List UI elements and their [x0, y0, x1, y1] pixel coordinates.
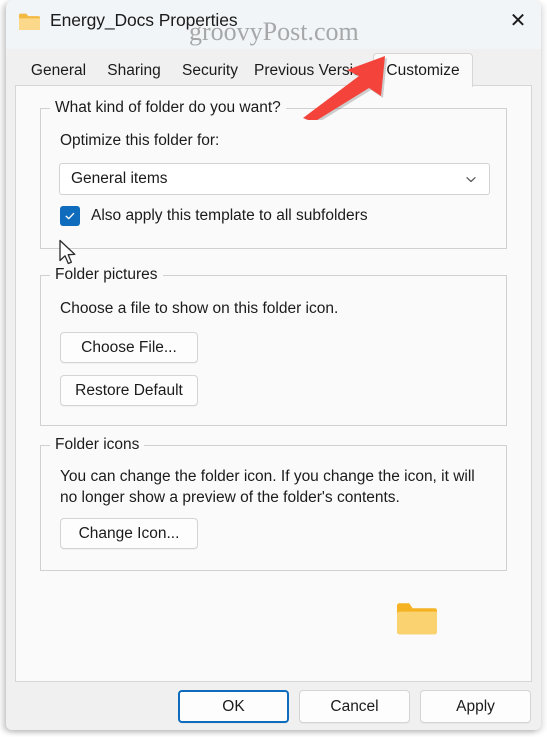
- folder-icons-group-label: Folder icons: [50, 436, 145, 454]
- close-icon: ✕: [509, 9, 527, 32]
- apply-to-subfolders-label: Also apply this template to all subfolde…: [91, 207, 368, 224]
- optimize-folder-prompt: Optimize this folder for:: [60, 132, 220, 149]
- close-button[interactable]: ✕: [495, 0, 541, 41]
- folder-icon-preview: [396, 601, 438, 636]
- tab-previous-versions[interactable]: Previous Versions: [248, 56, 373, 86]
- folder-type-group: What kind of folder do you want? Optimiz…: [40, 99, 507, 249]
- change-icon-button[interactable]: Change Icon...: [60, 518, 198, 549]
- tab-general[interactable]: General: [21, 56, 96, 86]
- folder-template-dropdown[interactable]: General items: [59, 163, 490, 195]
- ok-button[interactable]: OK: [178, 690, 289, 723]
- folder-icons-group: Folder icons You can change the folder i…: [40, 436, 507, 571]
- tab-sharing[interactable]: Sharing: [96, 56, 172, 86]
- dialog-footer: OK Cancel Apply: [6, 682, 541, 730]
- folder-pictures-description: Choose a file to show on this folder ico…: [60, 300, 339, 317]
- tab-customize[interactable]: Customize: [373, 53, 473, 87]
- checkbox-box: [60, 206, 80, 226]
- folder-pictures-group: Folder pictures Choose a file to show on…: [40, 266, 507, 426]
- apply-to-subfolders-checkbox[interactable]: Also apply this template to all subfolde…: [60, 206, 368, 226]
- choose-file-button[interactable]: Choose File...: [60, 332, 198, 363]
- tab-strip: General Sharing Security Previous Versio…: [6, 49, 541, 87]
- cancel-button[interactable]: Cancel: [299, 690, 410, 723]
- tab-security[interactable]: Security: [172, 56, 248, 86]
- watermark-text: groovyPost.com: [189, 17, 359, 46]
- folder-icons-description: You can change the folder icon. If you c…: [60, 468, 475, 506]
- customize-tab-panel: What kind of folder do you want? Optimiz…: [15, 85, 532, 682]
- apply-button[interactable]: Apply: [420, 690, 531, 723]
- chevron-down-icon: [465, 172, 477, 184]
- properties-dialog-window: Energy_Docs Properties groovyPost.com ✕ …: [6, 0, 541, 730]
- folder-template-value: General items: [71, 170, 168, 187]
- folder-icon: [18, 12, 41, 31]
- restore-default-button[interactable]: Restore Default: [60, 375, 198, 406]
- folder-pictures-group-label: Folder pictures: [50, 266, 163, 284]
- title-bar: Energy_Docs Properties groovyPost.com ✕: [6, 0, 541, 49]
- folder-type-group-label: What kind of folder do you want?: [50, 99, 286, 117]
